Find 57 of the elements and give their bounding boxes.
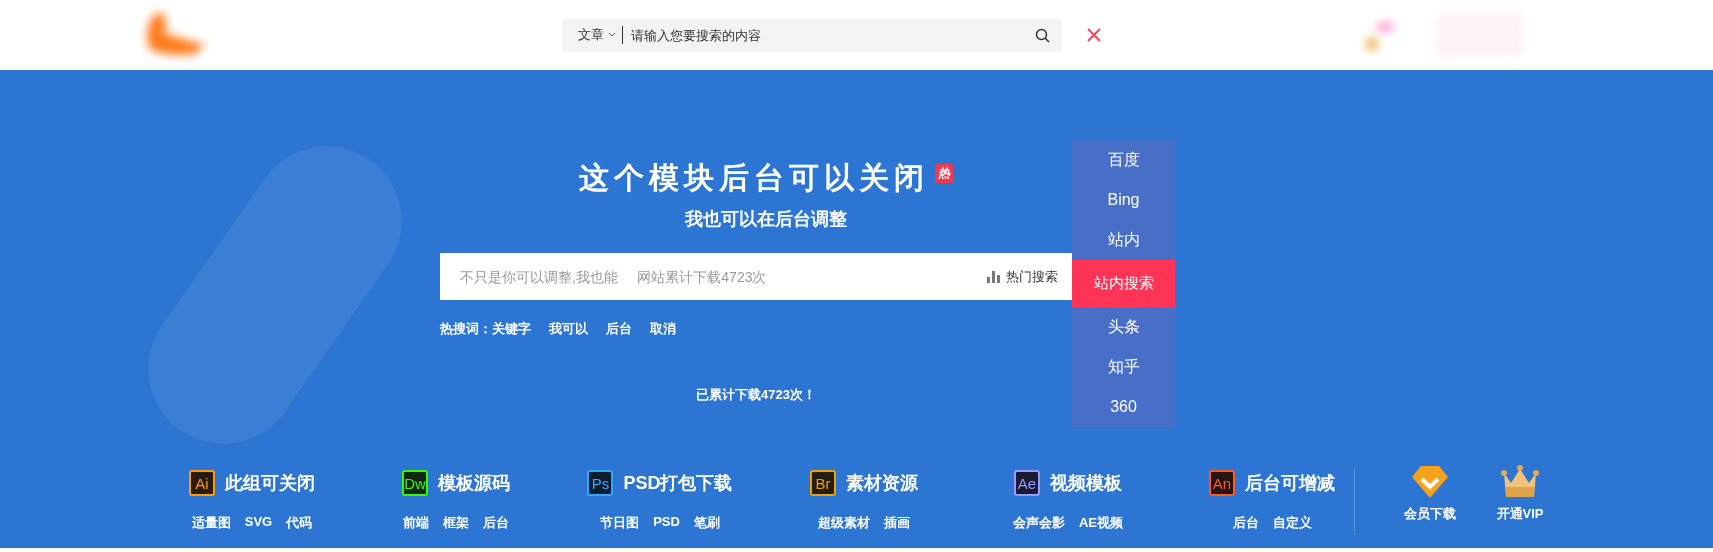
category-link[interactable]: 后台 xyxy=(483,514,509,532)
category-link[interactable]: 代码 xyxy=(286,514,313,532)
category-link[interactable]: 前端 xyxy=(403,514,429,532)
hero-subtitle: 我也可以在后台调整 xyxy=(683,208,848,231)
app-badge-icon: Br xyxy=(810,470,836,496)
app-badge-icon: Dw xyxy=(402,470,428,496)
vip-link[interactable]: 开通VIP xyxy=(1496,505,1544,523)
search-engine-tab[interactable]: 站内 xyxy=(1072,220,1175,260)
search-engine-tab[interactable]: 360 xyxy=(1072,387,1175,427)
category-title[interactable]: 模板源码 xyxy=(438,471,510,495)
hot-word-link[interactable]: 关键字 xyxy=(492,320,531,338)
app-badge-icon: Ai xyxy=(189,470,215,496)
hot-words-label: 热搜词： xyxy=(440,320,492,338)
bar-chart-icon xyxy=(987,270,1001,283)
search-engine-tab[interactable]: 百度 xyxy=(1072,140,1175,180)
category-link[interactable]: 节日图 xyxy=(600,514,640,532)
caret-icon xyxy=(608,32,616,38)
category-link[interactable]: 会声会影 xyxy=(1012,514,1065,532)
search-engine-tab[interactable]: Bing xyxy=(1072,180,1175,220)
hot-word-link[interactable]: 后台 xyxy=(606,320,632,338)
category-link[interactable]: 适量图 xyxy=(191,514,231,532)
app-badge-icon: Ae xyxy=(1014,470,1040,496)
app-badge-icon: An xyxy=(1209,470,1235,496)
hot-word-link[interactable]: 我可以 xyxy=(549,320,588,338)
category-link[interactable]: 笔刷 xyxy=(693,514,720,532)
download-count: 已累计下载4723次！ xyxy=(695,386,817,404)
category-title[interactable]: 素材资源 xyxy=(846,471,918,495)
hot-badge: 热 xyxy=(935,164,953,183)
crown-icon xyxy=(1501,465,1539,499)
search-input[interactable]: 请输入您要搜索的内容 xyxy=(623,26,1035,44)
category-link[interactable]: SVG xyxy=(244,514,273,532)
category-dropdown[interactable]: 文章 xyxy=(578,26,623,44)
diamond-icon xyxy=(1411,465,1449,499)
search-icon[interactable] xyxy=(1035,27,1050,43)
category-title[interactable]: PSD打包下载 xyxy=(623,471,733,495)
search-input[interactable]: 不只是你可以调整,我也能 网站累计下载4723次 xyxy=(440,267,981,286)
search-engine-tab[interactable]: 站内搜索 xyxy=(1072,260,1175,307)
hero-title: 这个模块后台可以关闭 xyxy=(579,159,929,196)
category-link[interactable]: PSD xyxy=(653,514,680,532)
category-link[interactable]: 后台 xyxy=(1232,514,1259,532)
close-icon[interactable] xyxy=(1087,28,1101,42)
category-link[interactable]: 自定义 xyxy=(1272,514,1312,532)
category-title[interactable]: 后台可增减 xyxy=(1245,471,1335,495)
category-link[interactable]: 超级素材 xyxy=(818,514,870,532)
search-field[interactable]: 文章 请输入您要搜索的内容 xyxy=(562,18,1062,52)
search-engine-tab[interactable]: 知乎 xyxy=(1072,347,1175,387)
app-badge-icon: Ps xyxy=(587,470,614,496)
hot-search-button[interactable]: 热门搜索 xyxy=(981,266,1064,287)
search-engine-tab[interactable]: 头条 xyxy=(1072,307,1175,347)
category-link[interactable]: 框架 xyxy=(443,514,469,532)
category-title[interactable]: 视频模板 xyxy=(1050,471,1122,495)
category-title[interactable]: 此组可关闭 xyxy=(225,471,315,495)
hot-word-link[interactable]: 取消 xyxy=(650,320,676,338)
category-link[interactable]: AE视频 xyxy=(1078,514,1124,532)
category-link[interactable]: 插画 xyxy=(884,514,910,532)
vip-link[interactable]: 会员下载 xyxy=(1404,505,1456,523)
search-field[interactable]: 不只是你可以调整,我也能 网站累计下载4723次 热门搜索 xyxy=(440,253,1072,300)
